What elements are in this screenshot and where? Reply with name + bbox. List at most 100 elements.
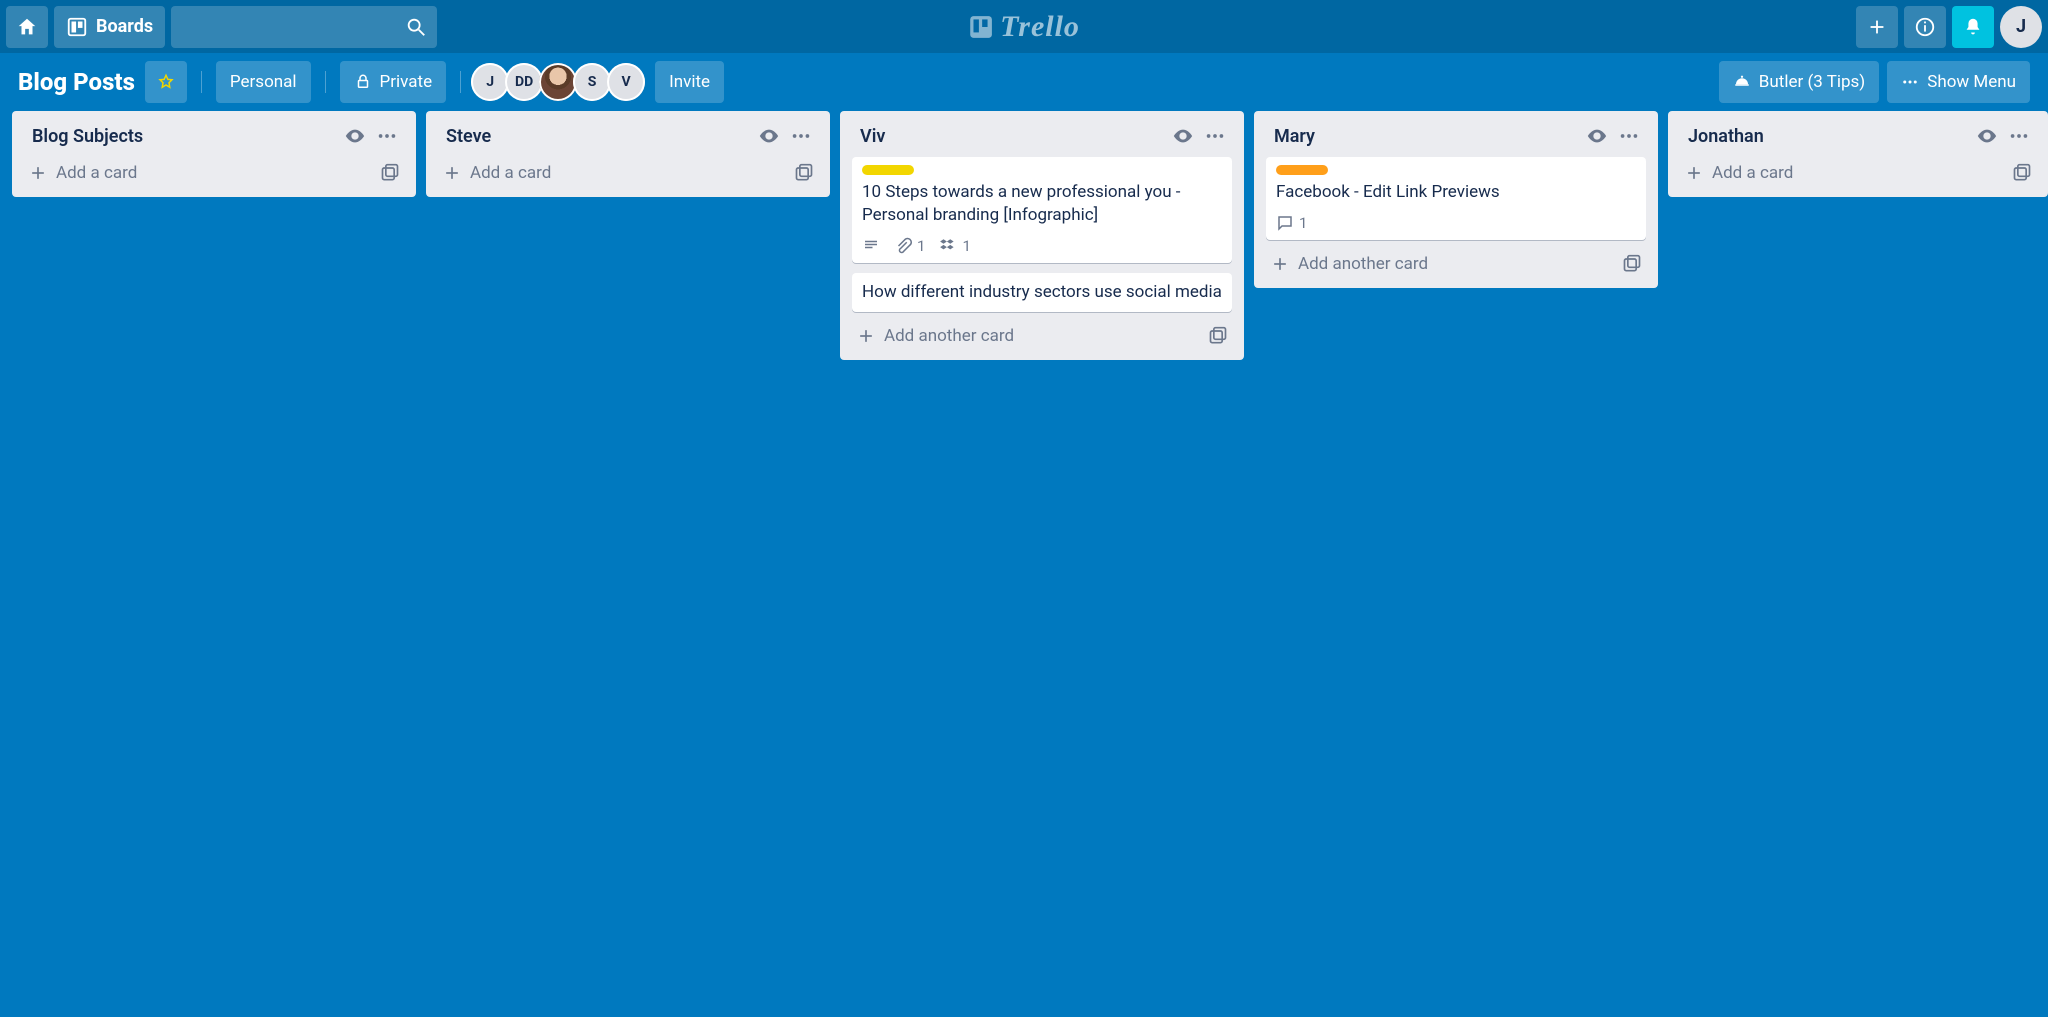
user-initial: J: [2016, 16, 2026, 37]
lock-icon: [354, 73, 372, 91]
boards-button[interactable]: Boards: [54, 6, 165, 48]
template-icon[interactable]: [380, 163, 400, 183]
watch-icon[interactable]: [1586, 125, 1608, 147]
top-nav: Boards Trello J: [0, 0, 2048, 53]
user-avatar[interactable]: J: [2000, 6, 2042, 48]
list-menu-icon[interactable]: [1204, 125, 1226, 147]
divider: [201, 71, 202, 93]
list-jonathan: Jonathan Add a card: [1668, 111, 2048, 197]
board-title[interactable]: Blog Posts: [18, 68, 135, 96]
add-card-button[interactable]: Add a card: [434, 153, 822, 189]
list-menu-icon[interactable]: [376, 125, 398, 147]
list-menu-icon[interactable]: [2008, 125, 2030, 147]
show-menu-label: Show Menu: [1927, 72, 2016, 92]
watch-icon[interactable]: [1172, 125, 1194, 147]
create-button[interactable]: [1856, 6, 1898, 48]
ellipsis-icon: [1901, 73, 1919, 91]
comments-badge: 1: [1276, 214, 1307, 232]
description-badge: [862, 237, 880, 255]
member-avatar[interactable]: S: [573, 63, 611, 101]
private-visibility-label: Private: [380, 72, 433, 92]
add-card-button[interactable]: Add another card: [1262, 244, 1650, 280]
add-card-button[interactable]: Add another card: [848, 316, 1236, 352]
card-badges: 1 1: [862, 237, 1222, 255]
team-visibility-button[interactable]: Personal: [216, 61, 311, 103]
home-button[interactable]: [6, 6, 48, 48]
card[interactable]: 10 Steps towards a new professional you …: [852, 157, 1232, 263]
board-header: Blog Posts Personal Private J DD S V Inv…: [0, 53, 2048, 111]
list-title[interactable]: Blog Subjects: [32, 126, 334, 147]
trello-logo[interactable]: Trello: [968, 10, 1080, 44]
search-input[interactable]: [171, 6, 437, 48]
notifications-button[interactable]: [1952, 6, 1994, 48]
list-steve: Steve Add a card: [426, 111, 830, 197]
trello-logo-text: Trello: [1000, 10, 1080, 44]
add-card-button[interactable]: Add a card: [1676, 153, 2040, 189]
list-title[interactable]: Mary: [1274, 126, 1576, 147]
list-blog-subjects: Blog Subjects Add a card: [12, 111, 416, 197]
comment-icon: [1276, 214, 1294, 232]
private-visibility-button[interactable]: Private: [340, 61, 447, 103]
info-button[interactable]: [1904, 6, 1946, 48]
boards-icon: [66, 16, 88, 38]
info-icon: [1914, 16, 1936, 38]
divider: [460, 71, 461, 93]
add-card-label: Add a card: [1712, 163, 1793, 183]
list-menu-icon[interactable]: [1618, 125, 1640, 147]
template-icon[interactable]: [1208, 326, 1228, 346]
template-icon[interactable]: [1622, 254, 1642, 274]
plus-icon: [856, 326, 876, 346]
star-icon: [157, 73, 175, 91]
trello-logo-icon: [968, 14, 994, 40]
add-card-label: Add another card: [884, 326, 1014, 346]
add-card-label: Add a card: [470, 163, 551, 183]
watch-icon[interactable]: [1976, 125, 1998, 147]
attachment-badge: 1: [894, 237, 925, 255]
team-visibility-label: Personal: [230, 72, 297, 92]
add-card-label: Add another card: [1298, 254, 1428, 274]
board-members: J DD S V: [475, 63, 645, 101]
add-card-button[interactable]: Add a card: [20, 153, 408, 189]
search-icon: [405, 16, 427, 38]
butler-label: Butler (3 Tips): [1759, 72, 1865, 92]
home-icon: [16, 16, 38, 38]
board-canvas: Blog Subjects Add a card Steve Add a car…: [0, 111, 2048, 1017]
card-title: How different industry sectors use socia…: [862, 281, 1222, 304]
invite-label: Invite: [669, 72, 710, 92]
plus-icon: [1684, 163, 1704, 183]
bell-icon: [1962, 16, 1984, 38]
watch-icon[interactable]: [758, 125, 780, 147]
member-avatar[interactable]: DD: [505, 63, 543, 101]
list-mary: Mary Facebook - Edit Link Previews 1 Add…: [1254, 111, 1658, 288]
dropbox-icon: [939, 237, 957, 255]
star-button[interactable]: [145, 61, 187, 103]
card[interactable]: How different industry sectors use socia…: [852, 273, 1232, 312]
member-avatar[interactable]: J: [471, 63, 509, 101]
list-viv: Viv 10 Steps towards a new professional …: [840, 111, 1244, 360]
butler-button[interactable]: Butler (3 Tips): [1719, 61, 1879, 103]
plus-icon: [28, 163, 48, 183]
label-yellow[interactable]: [862, 165, 914, 175]
card-title: 10 Steps towards a new professional you …: [862, 181, 1222, 227]
list-title[interactable]: Jonathan: [1688, 126, 1966, 147]
member-avatar[interactable]: [539, 63, 577, 101]
show-menu-button[interactable]: Show Menu: [1887, 61, 2030, 103]
template-icon[interactable]: [2012, 163, 2032, 183]
list-title[interactable]: Steve: [446, 126, 748, 147]
dropbox-badge: 1: [939, 237, 970, 255]
butler-icon: [1733, 73, 1751, 91]
description-icon: [862, 237, 880, 255]
plus-icon: [1270, 254, 1290, 274]
invite-button[interactable]: Invite: [655, 61, 724, 103]
watch-icon[interactable]: [344, 125, 366, 147]
list-title[interactable]: Viv: [860, 126, 1162, 147]
card[interactable]: Facebook - Edit Link Previews 1: [1266, 157, 1646, 240]
list-menu-icon[interactable]: [790, 125, 812, 147]
template-icon[interactable]: [794, 163, 814, 183]
card-badges: 1: [1276, 214, 1636, 232]
plus-icon: [1866, 16, 1888, 38]
plus-icon: [442, 163, 462, 183]
member-avatar[interactable]: V: [607, 63, 645, 101]
label-orange[interactable]: [1276, 165, 1328, 175]
divider: [325, 71, 326, 93]
